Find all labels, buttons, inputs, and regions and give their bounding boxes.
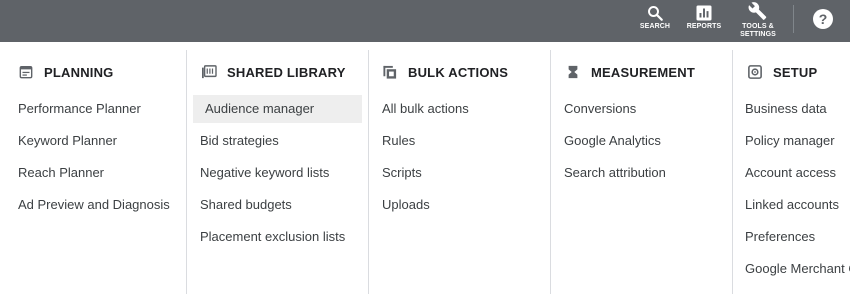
menu-item-uploads[interactable]: Uploads <box>369 191 550 219</box>
menu-item-bid-strategies[interactable]: Bid strategies <box>187 127 368 155</box>
setup-column: SETUP Business data Policy manager Accou… <box>732 50 850 294</box>
tools-label-line1: TOOLS & <box>742 23 774 30</box>
menu-item-search-attribution[interactable]: Search attribution <box>551 159 732 187</box>
hourglass-icon <box>565 64 581 80</box>
menu-item-shared-budgets[interactable]: Shared budgets <box>187 191 368 219</box>
tools-settings-menu: PLANNING Performance Planner Keyword Pla… <box>0 42 850 294</box>
menu-item-reach-planner[interactable]: Reach Planner <box>0 159 186 187</box>
tools-label-line2: SETTINGS <box>740 31 776 38</box>
menu-item-google-merchant-center[interactable]: Google Merchant C <box>733 255 850 283</box>
menu-item-account-access[interactable]: Account access <box>733 159 850 187</box>
wrench-icon <box>748 1 768 23</box>
search-icon <box>646 3 664 23</box>
bulk-actions-column: BULK ACTIONS All bulk actions Rules Scri… <box>368 50 550 294</box>
menu-item-business-data[interactable]: Business data <box>733 95 850 123</box>
menu-item-ad-preview[interactable]: Ad Preview and Diagnosis <box>0 191 186 219</box>
shared-library-column: SHARED LIBRARY Audience manager Bid stra… <box>186 50 368 294</box>
menu-item-performance-planner[interactable]: Performance Planner <box>0 95 186 123</box>
reports-button[interactable]: REPORTS <box>684 0 724 42</box>
settings-box-icon <box>747 64 763 80</box>
menu-item-placement-exclusion-lists[interactable]: Placement exclusion lists <box>187 223 368 251</box>
copy-stack-icon <box>382 64 398 80</box>
tools-settings-button[interactable]: TOOLS & SETTINGS <box>735 0 781 42</box>
menu-item-all-bulk-actions[interactable]: All bulk actions <box>369 95 550 123</box>
reports-label: REPORTS <box>686 23 722 30</box>
menu-item-scripts[interactable]: Scripts <box>369 159 550 187</box>
planning-list: Performance Planner Keyword Planner Reac… <box>0 95 186 223</box>
menu-item-negative-keyword-lists[interactable]: Negative keyword lists <box>187 159 368 187</box>
menu-item-keyword-planner[interactable]: Keyword Planner <box>0 127 186 155</box>
menu-item-rules[interactable]: Rules <box>369 127 550 155</box>
search-button[interactable]: SEARCH <box>638 0 672 42</box>
toolbar-divider <box>793 5 794 33</box>
bulk-actions-list: All bulk actions Rules Scripts Uploads <box>369 95 550 223</box>
bar-chart-icon <box>695 3 713 23</box>
menu-item-linked-accounts[interactable]: Linked accounts <box>733 191 850 219</box>
help-icon: ? <box>818 11 828 27</box>
menu-item-preferences[interactable]: Preferences <box>733 223 850 251</box>
menu-item-audience-manager[interactable]: Audience manager <box>193 95 362 123</box>
planning-column: PLANNING Performance Planner Keyword Pla… <box>0 50 186 294</box>
measurement-heading: MEASUREMENT <box>565 64 695 80</box>
shared-library-list: Audience manager Bid strategies Negative… <box>187 95 368 255</box>
planning-heading: PLANNING <box>18 64 114 80</box>
setup-heading: SETUP <box>747 64 817 80</box>
top-toolbar: SEARCH REPORTS TOOLS & SETTINGS ? <box>0 0 850 42</box>
shared-library-heading: SHARED LIBRARY <box>201 64 346 80</box>
search-label: SEARCH <box>639 23 671 30</box>
bulk-actions-heading: BULK ACTIONS <box>382 64 508 80</box>
menu-item-policy-manager[interactable]: Policy manager <box>733 127 850 155</box>
library-icon <box>201 64 217 80</box>
measurement-column: MEASUREMENT Conversions Google Analytics… <box>550 50 732 294</box>
measurement-list: Conversions Google Analytics Search attr… <box>551 95 732 191</box>
calendar-icon <box>18 64 34 80</box>
setup-list: Business data Policy manager Account acc… <box>733 95 850 287</box>
help-button[interactable]: ? <box>813 9 833 29</box>
menu-item-google-analytics[interactable]: Google Analytics <box>551 127 732 155</box>
menu-item-conversions[interactable]: Conversions <box>551 95 732 123</box>
